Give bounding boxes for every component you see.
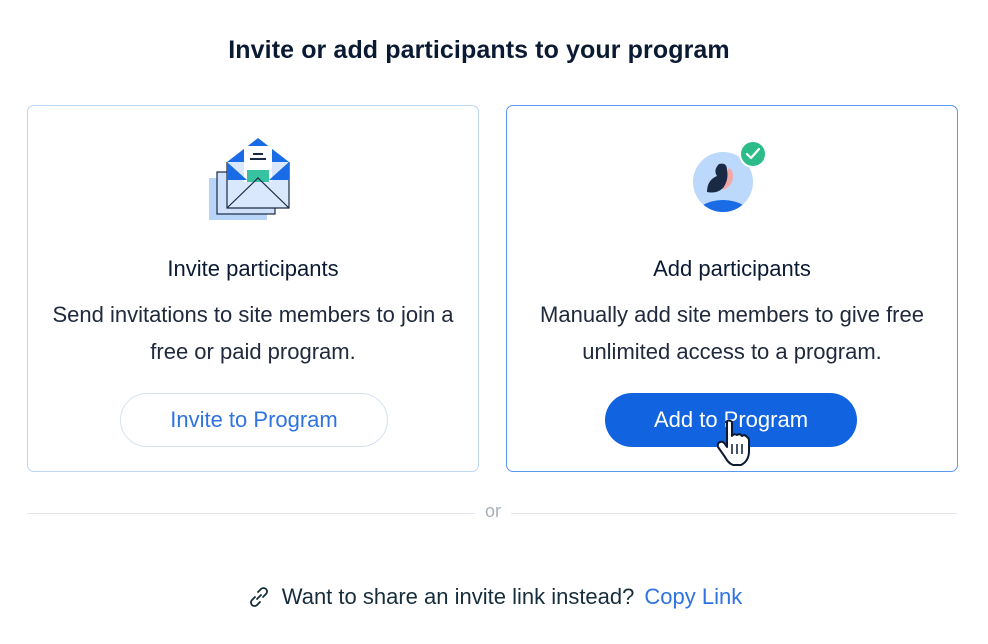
divider-label: or — [484, 501, 501, 521]
page-title: Invite or add participants to your progr… — [228, 36, 730, 64]
envelope-invitation-illustration — [28, 134, 478, 224]
add-card-heading: Add participants — [653, 256, 811, 281]
invite-to-program-button[interactable]: Invite to Program — [120, 393, 388, 447]
share-link-prompt: Want to share an invite link instead? — [281, 584, 635, 609]
invite-card-description: Send invitations to site members to join… — [52, 302, 454, 364]
divider-line-left — [27, 513, 475, 514]
invite-card-heading: Invite participants — [167, 256, 339, 281]
divider-line-right — [511, 513, 957, 514]
copy-link-link[interactable]: Copy Link — [644, 584, 742, 610]
or-divider: or — [27, 501, 957, 521]
add-card-description: Manually add site members to give free u… — [540, 302, 924, 364]
add-participants-card: Add participants Manually add site membe… — [506, 105, 958, 472]
link-icon — [246, 584, 272, 610]
invite-participants-card: Invite participants Send invitations to … — [27, 105, 479, 472]
user-added-illustration — [507, 140, 957, 220]
share-link-row: Want to share an invite link instead? Co… — [0, 584, 988, 610]
hand-pointer-cursor-icon — [714, 418, 754, 473]
